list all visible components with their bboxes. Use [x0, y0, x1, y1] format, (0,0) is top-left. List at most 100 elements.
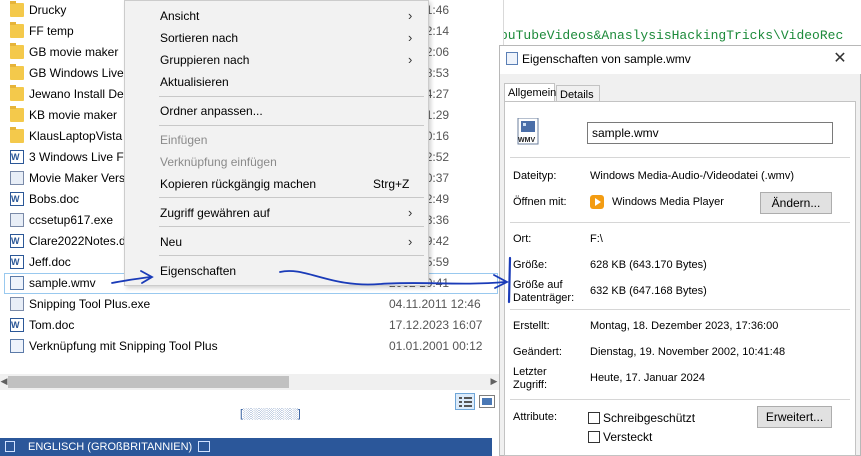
- menu-item-label: Ordner anpassen...: [160, 104, 263, 118]
- modified-value: Dienstag, 19. November 2002, 10:41:48: [590, 346, 786, 358]
- file-name: Jewano Install Dec: [29, 87, 130, 101]
- chevron-right-icon: ›: [408, 52, 413, 67]
- menu-item-shortcut: Strg+Z: [373, 177, 410, 191]
- file-name: Movie Maker Versi: [29, 171, 128, 185]
- divider: [510, 309, 850, 310]
- menu-item-label: Eigenschaften: [160, 264, 237, 278]
- spreadsheet-icon: [10, 171, 24, 185]
- file-date: 17.12.2023 16:07: [389, 318, 483, 332]
- folder-icon: [10, 64, 24, 80]
- video-file-icon: [10, 276, 24, 290]
- status-language[interactable]: ENGLISCH (GROßBRITANNIEN): [28, 441, 192, 453]
- scroll-right-arrow-icon[interactable]: ▶: [489, 376, 499, 388]
- file-name: FF temp: [29, 24, 74, 38]
- location-label: Ort:: [513, 233, 532, 245]
- menu-item-label: Zugriff gewähren auf: [160, 206, 270, 220]
- code-editor-line: puTubeVideos&AnaslysisHackingTricks\Vide…: [500, 28, 844, 43]
- file-name: Drucky: [29, 3, 67, 17]
- tab-general-label: Allgemein: [508, 87, 557, 99]
- menu-item[interactable]: Sortieren nach ›: [126, 27, 427, 49]
- menu-separator: [159, 255, 424, 256]
- file-name: GB movie maker: [29, 45, 119, 59]
- file-type-value: Windows Media-Audio-/Videodatei (.wmv): [590, 170, 794, 182]
- menu-item[interactable]: Ordner anpassen...: [126, 100, 427, 122]
- readonly-label: Schreibgeschützt: [603, 411, 696, 425]
- folder-icon: [10, 22, 24, 38]
- location-value: F:\: [590, 233, 603, 245]
- accessed-label-line2: Zugriff:: [513, 379, 548, 391]
- close-icon[interactable]: ✕: [830, 49, 850, 69]
- proofing-icon[interactable]: [5, 441, 15, 452]
- accessibility-icon[interactable]: [198, 441, 210, 452]
- menu-item[interactable]: Aktualisieren: [126, 71, 427, 93]
- file-name: 3 Windows Live Fo: [29, 150, 131, 164]
- menu-separator: [159, 226, 424, 227]
- menu-item[interactable]: Kopieren rückgängig machen Strg+Z: [126, 173, 427, 195]
- menu-item[interactable]: Eigenschaften: [126, 260, 427, 282]
- divider: [510, 222, 850, 223]
- large-icons-view-icon[interactable]: [479, 395, 495, 408]
- menu-item[interactable]: Ansicht ›: [126, 5, 427, 27]
- file-name: sample.wmv: [29, 276, 96, 290]
- file-name: Jeff.doc: [29, 255, 71, 269]
- file-row[interactable]: Tom.doc 17.12.2023 16:07: [0, 315, 503, 336]
- file-name: ccsetup617.exe: [29, 213, 114, 227]
- chevron-right-icon: ›: [408, 8, 413, 23]
- folder-icon: [10, 85, 24, 101]
- created-label: Erstellt:: [513, 320, 550, 332]
- menu-item-label: Ansicht: [160, 9, 200, 23]
- menu-item[interactable]: Gruppieren nach ›: [126, 49, 427, 71]
- menu-item-label: Neu: [160, 235, 183, 249]
- tab-details-label: Details: [560, 89, 594, 101]
- file-date: 04.11.2011 12:46: [389, 297, 481, 311]
- readonly-checkbox[interactable]: [588, 412, 600, 424]
- accessed-label-line1: Letzter: [513, 366, 547, 378]
- menu-item[interactable]: Zugriff gewähren auf ›: [126, 202, 427, 224]
- tab-general[interactable]: Allgemein: [504, 83, 557, 102]
- file-name: Tom.doc: [29, 318, 75, 332]
- file-name: KlausLaptopVista: [29, 129, 123, 143]
- opens-with-label: Öffnen mit:: [513, 196, 567, 208]
- folder-icon: [10, 1, 24, 17]
- dialog-title: Eigenschaften von sample.wmv: [522, 52, 691, 66]
- document-icon: [10, 150, 24, 164]
- file-row[interactable]: Snipping Tool Plus.exe 04.11.2011 12:46: [0, 294, 503, 315]
- scroll-left-arrow-icon[interactable]: ◀: [0, 376, 8, 388]
- hidden-checkbox[interactable]: [588, 431, 600, 443]
- details-view-icon[interactable]: [455, 393, 475, 410]
- disk-size-label-line1: Größe auf: [513, 279, 563, 291]
- menu-item[interactable]: Neu ›: [126, 231, 427, 253]
- opens-with-value: Windows Media Player: [612, 196, 724, 208]
- modified-label: Geändert:: [513, 346, 562, 358]
- word-document-icon: [10, 234, 24, 248]
- folder-icon: [10, 43, 24, 59]
- scissors-icon: [10, 297, 24, 311]
- file-row[interactable]: Verknüpfung mit Snipping Tool Plus 01.01.…: [0, 336, 503, 357]
- file-date: 01.01.2001 00:12: [389, 339, 483, 353]
- shortcut-icon: [10, 339, 24, 353]
- context-menu: Ansicht › Sortieren nach › Gruppieren nach › A…: [124, 0, 429, 286]
- divider: [510, 157, 850, 158]
- scrollbar-thumb[interactable]: [8, 376, 289, 388]
- divider: [510, 399, 850, 400]
- menu-separator: [159, 125, 424, 126]
- menu-item: Einfügen: [126, 129, 427, 151]
- accessed-value: Heute, 17. Januar 2024: [590, 372, 705, 384]
- disk-size-value: 632 KB (647.168 Bytes): [590, 285, 707, 297]
- video-file-icon: [506, 52, 518, 65]
- change-button[interactable]: Ändern...: [760, 192, 832, 214]
- word-document-icon: [10, 255, 24, 269]
- menu-separator: [159, 197, 424, 198]
- installer-icon: [10, 213, 24, 227]
- filename-input[interactable]: [587, 122, 833, 144]
- size-value: 628 KB (643.170 Bytes): [590, 259, 707, 271]
- menu-separator: [159, 96, 424, 97]
- disk-size-label-line2: Datenträger:: [513, 292, 575, 304]
- size-label: Größe:: [513, 259, 548, 271]
- menu-item-label: Einfügen: [160, 133, 208, 147]
- file-name: GB Windows Live: [29, 66, 124, 80]
- tab-details[interactable]: Details: [556, 85, 600, 102]
- file-type-tag: WMV: [518, 137, 536, 144]
- menu-item-label: Sortieren nach: [160, 31, 239, 45]
- advanced-button[interactable]: Erweitert...: [757, 406, 832, 428]
